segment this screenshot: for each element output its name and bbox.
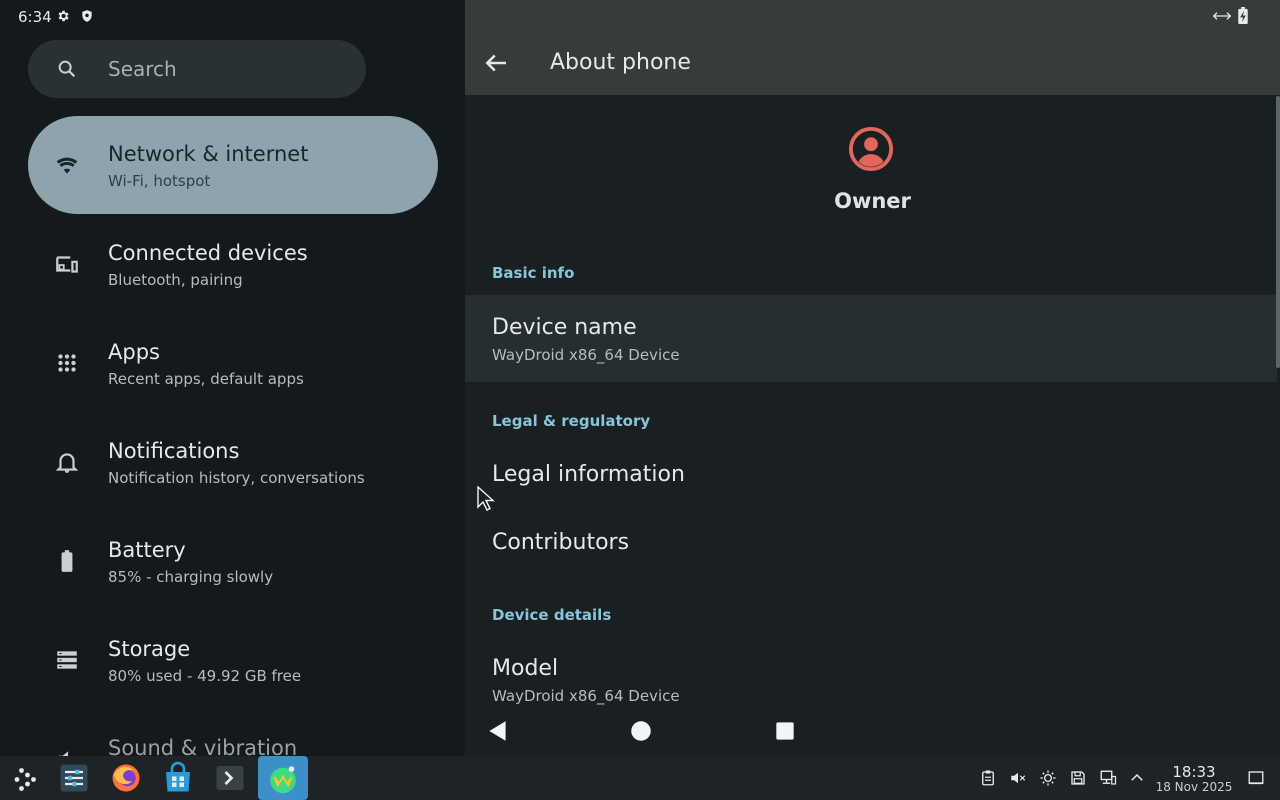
settings-item-title: Apps [108,340,160,364]
storage-icon [57,651,77,669]
search-placeholder: Search [108,57,177,81]
firefox-button[interactable] [108,760,144,796]
system-settings-icon [60,764,88,792]
settings-item-title: Network & internet [108,142,309,166]
chevron-up-icon[interactable] [1128,769,1146,787]
settings-item-title: Battery [108,538,186,562]
settings-item-notifications[interactable]: Notifications Notification history, conv… [28,413,438,511]
search-bar[interactable]: Search [28,40,366,98]
save-icon[interactable] [1069,769,1087,787]
nav-home-icon[interactable] [628,718,654,744]
app-launcher-button[interactable] [8,760,44,796]
terminal-icon [216,766,244,790]
settings-item-network[interactable]: Network & internet Wi-Fi, hotspot [28,116,438,214]
network-wired-icon[interactable] [1099,769,1117,787]
show-desktop-icon[interactable] [1247,769,1265,787]
settings-item-sound[interactable]: Sound & vibration [28,710,438,756]
right-status-bar [465,0,1280,32]
navigation-bar [465,706,1280,756]
mouse-cursor-icon [477,486,495,511]
waydroid-button[interactable] [258,756,308,800]
clipboard-icon[interactable] [979,769,997,787]
terminal-button[interactable] [212,760,248,796]
clock-time[interactable]: 18:33 [1156,763,1232,781]
legal-information-row[interactable]: Legal information [465,444,1277,508]
settings-item-subtitle: Notification history, conversations [108,469,365,487]
status-bar: 6:34 [0,0,465,32]
volume-muted-icon[interactable] [1009,769,1027,787]
settings-item-title: Storage [108,637,191,661]
status-time: 6:34 [18,8,52,26]
bell-icon [55,453,79,473]
model-title: Model [492,656,559,681]
sound-icon [58,751,69,756]
scrollbar[interactable] [1276,96,1280,368]
store-button[interactable] [160,760,196,796]
app-launcher-icon [14,768,36,791]
device-name-row[interactable]: Device name WayDroid x86_64 Device [465,295,1277,382]
contributors-row[interactable]: Contributors [465,512,1277,576]
battery-charging-icon [1238,7,1248,24]
wifi-icon [56,157,78,174]
device-name-value: WayDroid x86_64 Device [492,346,680,364]
settings-item-connected-devices[interactable]: Connected devices Bluetooth, pairing [28,215,438,313]
firefox-icon [112,764,140,792]
settings-item-battery[interactable]: Battery 85% - charging slowly [28,512,438,610]
model-value: WayDroid x86_64 Device [492,687,680,705]
settings-item-subtitle: 80% used - 49.92 GB free [108,667,302,685]
section-header-basic-info: Basic info [492,264,575,282]
settings-item-title: Notifications [108,439,240,463]
clock-date[interactable]: 18 Nov 2025 [1150,780,1238,794]
model-row[interactable]: Model WayDroid x86_64 Device [465,640,1277,706]
section-header-legal: Legal & regulatory [492,412,651,430]
back-arrow-icon[interactable] [481,48,511,78]
devices-icon [56,256,78,273]
gear-icon [58,10,69,22]
settings-item-subtitle: Recent apps, default apps [108,370,304,388]
brightness-icon[interactable] [1039,769,1057,787]
battery-icon [61,550,73,572]
device-name-title: Device name [492,315,637,340]
app-bar: About phone [465,32,1280,95]
contributors-title: Contributors [492,530,630,555]
settings-item-title: Sound & vibration [108,736,298,756]
settings-item-storage[interactable]: Storage 80% used - 49.92 GB free [28,611,438,709]
screen: 6:34 Search Network & internet Wi-Fi, ho… [0,0,1280,800]
search-icon [58,60,76,78]
nav-recents-icon[interactable] [772,718,798,744]
nav-back-icon[interactable] [485,718,511,744]
shield-icon [82,10,92,22]
owner-name: Owner [834,189,911,213]
page-title: About phone [550,50,691,75]
settings-pane: 6:34 Search Network & internet Wi-Fi, ho… [0,0,465,756]
settings-item-subtitle: 85% - charging slowly [108,568,274,586]
settings-item-subtitle: Wi-Fi, hotspot [108,172,211,190]
legal-information-title: Legal information [492,462,685,487]
waydroid-icon [270,766,296,794]
section-header-device-details: Device details [492,606,612,624]
store-icon [166,761,190,792]
settings-item-title: Connected devices [108,241,308,265]
account-circle-icon[interactable] [848,126,894,172]
system-settings-button[interactable] [56,760,92,796]
taskbar [0,756,1280,800]
apps-grid-icon [58,354,76,372]
about-phone-pane: About phone Owner Basic info Device name… [465,0,1280,756]
settings-item-apps[interactable]: Apps Recent apps, default apps [28,314,438,412]
data-transfer-icon [1212,12,1232,20]
settings-item-subtitle: Bluetooth, pairing [108,271,243,289]
